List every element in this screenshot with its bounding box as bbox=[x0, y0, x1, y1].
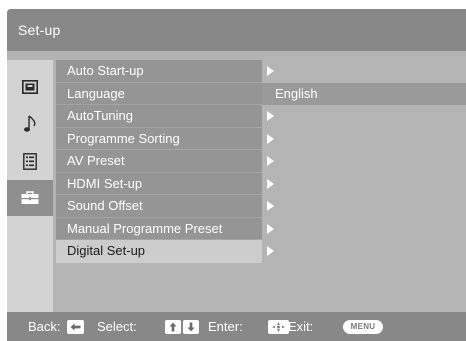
picture-icon bbox=[22, 80, 38, 94]
menu-item-programme-sorting[interactable]: Programme Sorting bbox=[56, 127, 262, 150]
setup-menu-list: Auto Start-up Language AutoTuning Progra… bbox=[56, 60, 262, 263]
chevron-right-icon bbox=[267, 66, 274, 76]
menu-key-icon: MENU bbox=[343, 320, 383, 334]
chevron-right-icon bbox=[267, 111, 274, 121]
submenu-arrow-cell[interactable] bbox=[262, 172, 466, 195]
chevron-right-icon bbox=[267, 178, 274, 189]
chevron-right-icon bbox=[267, 246, 274, 256]
submenu-arrow-cell[interactable] bbox=[262, 240, 466, 263]
category-sidebar bbox=[7, 60, 53, 312]
submenu-arrow-cell[interactable] bbox=[262, 150, 466, 173]
select-label: Select: bbox=[97, 319, 137, 334]
menu-item-label: AutoTuning bbox=[67, 108, 134, 123]
tab-channels[interactable] bbox=[7, 143, 53, 179]
menu-item-label: Language bbox=[67, 85, 125, 101]
menu-item-hdmi-set-up[interactable]: HDMI Set-up bbox=[56, 172, 262, 195]
tv-setup-screen: Set-up Auto Start-up Language AutoTuning… bbox=[7, 9, 466, 341]
submenu-arrow-cell[interactable] bbox=[262, 60, 466, 83]
menu-item-label: AV Preset bbox=[67, 153, 125, 168]
tab-picture[interactable] bbox=[7, 69, 53, 105]
language-value: English bbox=[275, 85, 318, 101]
chevron-right-icon bbox=[267, 156, 274, 166]
chevron-right-icon bbox=[267, 201, 274, 211]
menu-item-manual-programme-preset[interactable]: Manual Programme Preset bbox=[56, 217, 262, 240]
submenu-arrow-cell[interactable] bbox=[262, 127, 466, 150]
page-title: Set-up bbox=[18, 22, 61, 38]
back-label: Back: bbox=[28, 319, 61, 334]
exit-label: Exit: bbox=[288, 319, 314, 334]
submenu-indicator-column: English bbox=[262, 60, 466, 263]
submenu-arrow-cell[interactable] bbox=[262, 217, 466, 240]
menu-item-label: HDMI Set-up bbox=[67, 175, 143, 191]
menu-item-language[interactable]: Language bbox=[56, 82, 262, 105]
enter-key-icon bbox=[268, 320, 289, 334]
menu-item-sound-offset[interactable]: Sound Offset bbox=[56, 195, 262, 218]
setup-menu-panel: Auto Start-up Language AutoTuning Progra… bbox=[53, 60, 466, 312]
menu-item-auto-start-up[interactable]: Auto Start-up bbox=[56, 60, 262, 83]
enter-label: Enter: bbox=[208, 319, 243, 334]
remote-key-guide: Back: Select: Enter: Exit: MENU bbox=[7, 312, 466, 341]
chevron-right-icon bbox=[267, 133, 274, 144]
tab-sound[interactable] bbox=[7, 106, 53, 142]
menu-item-digital-set-up[interactable]: Digital Set-up bbox=[56, 240, 262, 263]
menu-item-label: Auto Start-up bbox=[67, 63, 144, 78]
submenu-arrow-cell[interactable] bbox=[262, 195, 466, 218]
menu-item-label: Programme Sorting bbox=[67, 130, 180, 146]
menu-item-label: Sound Offset bbox=[67, 198, 143, 213]
tab-setup[interactable] bbox=[7, 180, 53, 216]
menu-item-label: Manual Programme Preset bbox=[67, 220, 223, 236]
up-key-icon bbox=[165, 320, 181, 334]
chevron-right-icon bbox=[267, 223, 274, 234]
toolbox-icon bbox=[21, 191, 39, 204]
submenu-arrow-cell[interactable] bbox=[262, 105, 466, 128]
menu-item-autotuning[interactable]: AutoTuning bbox=[56, 105, 262, 128]
down-key-icon bbox=[183, 320, 199, 334]
language-value-cell[interactable]: English bbox=[262, 82, 466, 105]
menu-item-label: Digital Set-up bbox=[67, 243, 146, 258]
channel-list-icon bbox=[23, 152, 37, 170]
music-note-icon bbox=[24, 115, 36, 132]
header-bar: Set-up bbox=[7, 9, 466, 51]
menu-item-av-preset[interactable]: AV Preset bbox=[56, 150, 262, 173]
back-key-icon bbox=[67, 320, 84, 334]
